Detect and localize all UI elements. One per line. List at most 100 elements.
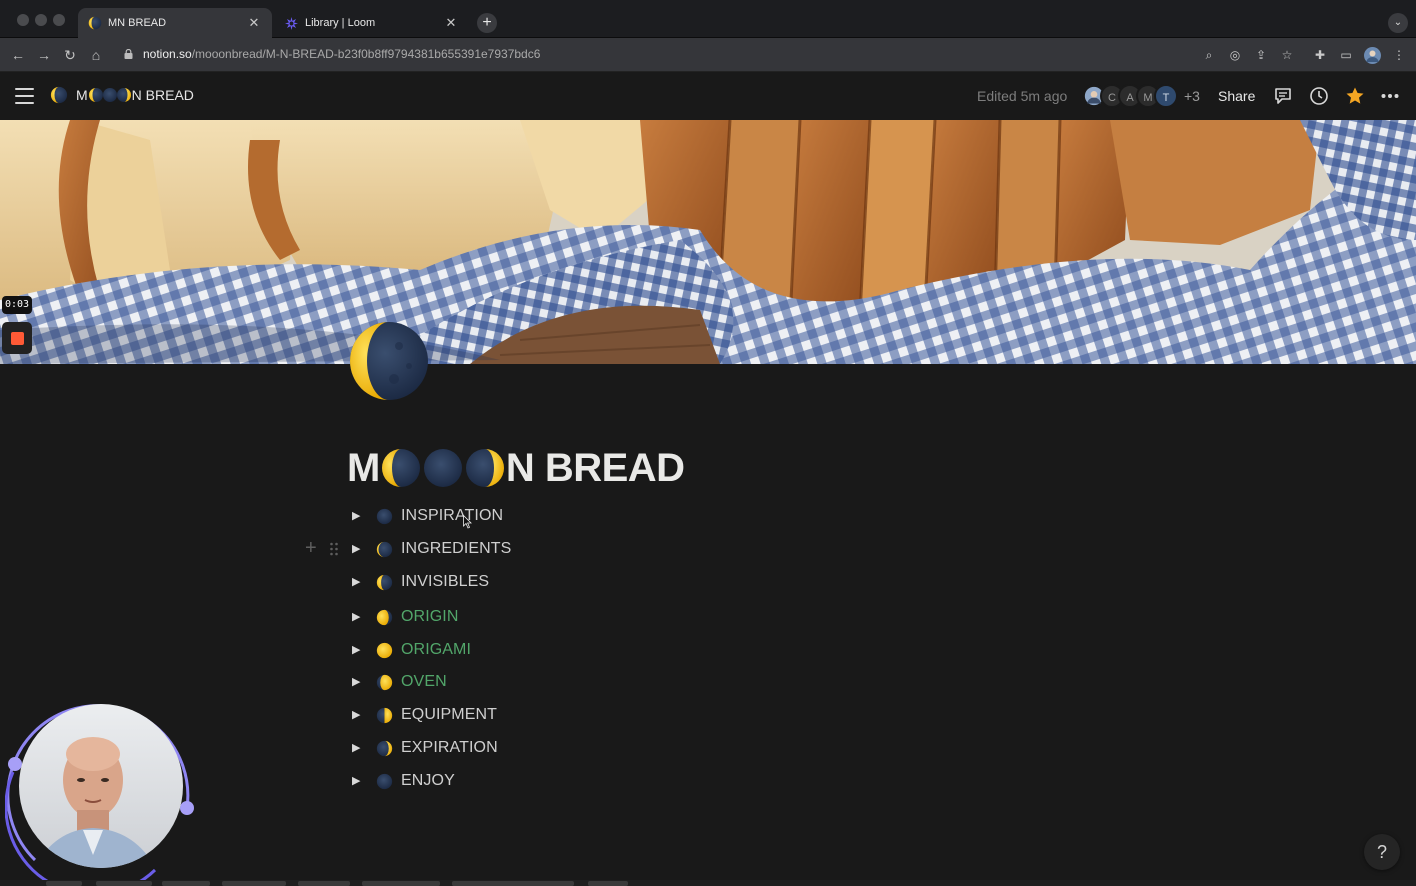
page-title[interactable]: M N BREAD: [347, 442, 685, 494]
tab-label: Library | Loom: [305, 17, 376, 29]
toggle-inspiration[interactable]: ▶ INSPIRATION: [352, 504, 503, 528]
toggle-label: ORIGIN: [401, 608, 459, 625]
browser-toolbar: ← → ↻ ⌂ notion.so/mooonbread/M-N-BREAD-b…: [0, 38, 1416, 72]
cover-image[interactable]: [0, 120, 1416, 364]
share-page-icon[interactable]: ⇪: [1254, 48, 1268, 62]
browser-menu-icon[interactable]: ⋮: [1392, 48, 1406, 62]
new-moon-icon: [423, 449, 462, 487]
last-quarter-moon-icon: [376, 707, 393, 723]
breadcrumb-prefix: M: [76, 87, 88, 103]
page-moon-icon[interactable]: [349, 321, 429, 401]
toggle-arrow-icon[interactable]: ▶: [352, 504, 364, 528]
toggle-arrow-icon[interactable]: ▶: [352, 537, 364, 561]
stop-icon: [11, 332, 24, 345]
reload-icon[interactable]: ↻: [61, 46, 79, 64]
toggle-label: ENJOY: [401, 772, 455, 789]
extensions-puzzle-icon[interactable]: ✚: [1313, 48, 1327, 62]
share-button[interactable]: Share: [1218, 88, 1255, 104]
more-options-icon[interactable]: [1380, 86, 1400, 106]
maximize-window-button[interactable]: [53, 14, 65, 26]
title-prefix: M: [347, 445, 380, 490]
notion-topbar: M N BREAD Edited 5m ago C A M T +3 Share: [0, 72, 1416, 120]
title-suffix: N BREAD: [505, 445, 685, 490]
loom-favicon-icon: [285, 16, 298, 30]
full-moon-icon: [376, 642, 393, 658]
collaborator-avatars[interactable]: C A M T +3: [1082, 84, 1200, 108]
forward-arrow-icon[interactable]: →: [35, 46, 53, 64]
back-arrow-icon[interactable]: ←: [9, 46, 27, 64]
edited-timestamp: Edited 5m ago: [977, 88, 1068, 104]
toggle-label: INVISIBLES: [401, 573, 490, 590]
favorite-star-icon[interactable]: [1345, 86, 1365, 106]
moon-favicon-icon: [88, 16, 102, 30]
new-moon-icon: [376, 508, 393, 524]
toggle-expiration[interactable]: ▶ EXPIRATION: [352, 736, 498, 760]
url-domain: notion.so: [143, 47, 192, 61]
address-bar[interactable]: notion.so/mooonbread/M-N-BREAD-b23f0b8ff…: [143, 47, 540, 61]
profile-avatar-icon[interactable]: [1364, 47, 1381, 64]
toggle-label: ORIGAMI: [401, 641, 472, 658]
toggle-arrow-icon[interactable]: ▶: [352, 670, 364, 694]
waning-gibbous-moon-icon: [376, 674, 393, 690]
toggle-ingredients[interactable]: ▶ INGREDIENTS: [352, 537, 511, 561]
mouse-cursor-icon: [463, 515, 472, 529]
lock-icon[interactable]: [124, 49, 133, 59]
toggle-arrow-icon[interactable]: ▶: [352, 769, 364, 793]
toggle-label: INSPIRATION: [401, 507, 504, 524]
block-handle[interactable]: +: [305, 538, 343, 558]
waning-crescent-moon-icon: [465, 449, 504, 487]
zoom-icon[interactable]: ⌕: [1202, 48, 1216, 62]
toggle-origami[interactable]: ▶ ORIGAMI: [352, 638, 471, 662]
waxing-gibbous-moon-icon: [376, 609, 393, 625]
comments-icon[interactable]: [1273, 86, 1293, 106]
loom-camera-bubble[interactable]: [5, 690, 197, 886]
close-window-button[interactable]: [17, 14, 29, 26]
breadcrumb-suffix: N BREAD: [131, 87, 194, 103]
loom-stop-button[interactable]: [2, 322, 32, 354]
toggle-origin[interactable]: ▶ ORIGIN: [352, 605, 459, 629]
toggle-invisibles[interactable]: ▶ INVISIBLES: [352, 570, 489, 594]
toggle-arrow-icon[interactable]: ▶: [352, 736, 364, 760]
minimize-window-button[interactable]: [35, 14, 47, 26]
moon-page-icon: [50, 86, 68, 104]
new-tab-button[interactable]: +: [477, 13, 497, 33]
close-tab-icon[interactable]: ✕: [246, 15, 262, 31]
help-button[interactable]: ?: [1364, 834, 1400, 870]
drag-handle-icon[interactable]: [329, 542, 339, 556]
toggle-enjoy[interactable]: ▶ ENJOY: [352, 769, 455, 793]
home-icon[interactable]: ⌂: [87, 46, 105, 64]
toggle-arrow-icon[interactable]: ▶: [352, 703, 364, 727]
waxing-crescent-moon-icon: [376, 574, 393, 590]
tab-label: MN BREAD: [108, 17, 167, 29]
more-collaborators-count[interactable]: +3: [1184, 88, 1200, 104]
new-moon-icon: [376, 773, 393, 789]
loom-recording-timer: 0:03: [2, 296, 32, 314]
toggle-arrow-icon[interactable]: ▶: [352, 570, 364, 594]
waxing-crescent-thin-moon-icon: [376, 541, 393, 557]
sidebar-menu-icon[interactable]: [15, 88, 34, 104]
history-clock-icon[interactable]: [1309, 86, 1329, 106]
browser-tab-bar: MN BREAD ✕ Library | Loom ✕ + ⌄: [0, 0, 1416, 38]
breadcrumb[interactable]: M N BREAD: [50, 86, 194, 104]
toggle-equipment[interactable]: ▶ EQUIPMENT: [352, 703, 497, 727]
toggle-label: EQUIPMENT: [401, 706, 498, 723]
toggle-arrow-icon[interactable]: ▶: [352, 638, 364, 662]
side-panel-icon[interactable]: ▭: [1339, 48, 1353, 62]
toggle-label: INGREDIENTS: [401, 540, 512, 557]
toggle-label: EXPIRATION: [401, 739, 498, 756]
collaborator-avatar-t[interactable]: T: [1154, 84, 1178, 108]
tab-library-loom[interactable]: Library | Loom ✕: [275, 8, 469, 38]
breadcrumb-moon-icons: [88, 88, 131, 102]
tab-search-chevron-icon[interactable]: ⌄: [1388, 13, 1408, 33]
toggle-arrow-icon[interactable]: ▶: [352, 605, 364, 629]
add-block-icon[interactable]: +: [305, 538, 317, 558]
toggle-oven[interactable]: ▶ OVEN: [352, 670, 447, 694]
bottom-strip: [0, 880, 1416, 886]
toggle-label: OVEN: [401, 673, 447, 690]
tab-mn-bread[interactable]: MN BREAD ✕: [78, 8, 272, 38]
cast-icon[interactable]: ◎: [1228, 48, 1242, 62]
close-tab-icon[interactable]: ✕: [443, 15, 459, 31]
url-path: /mooonbread/M-N-BREAD-b23f0b8ff9794381b6…: [191, 47, 541, 61]
screen: MN BREAD ✕ Library | Loom ✕ + ⌄ ← → ↻ ⌂: [0, 0, 1416, 886]
bookmark-star-icon[interactable]: ☆: [1280, 48, 1294, 62]
